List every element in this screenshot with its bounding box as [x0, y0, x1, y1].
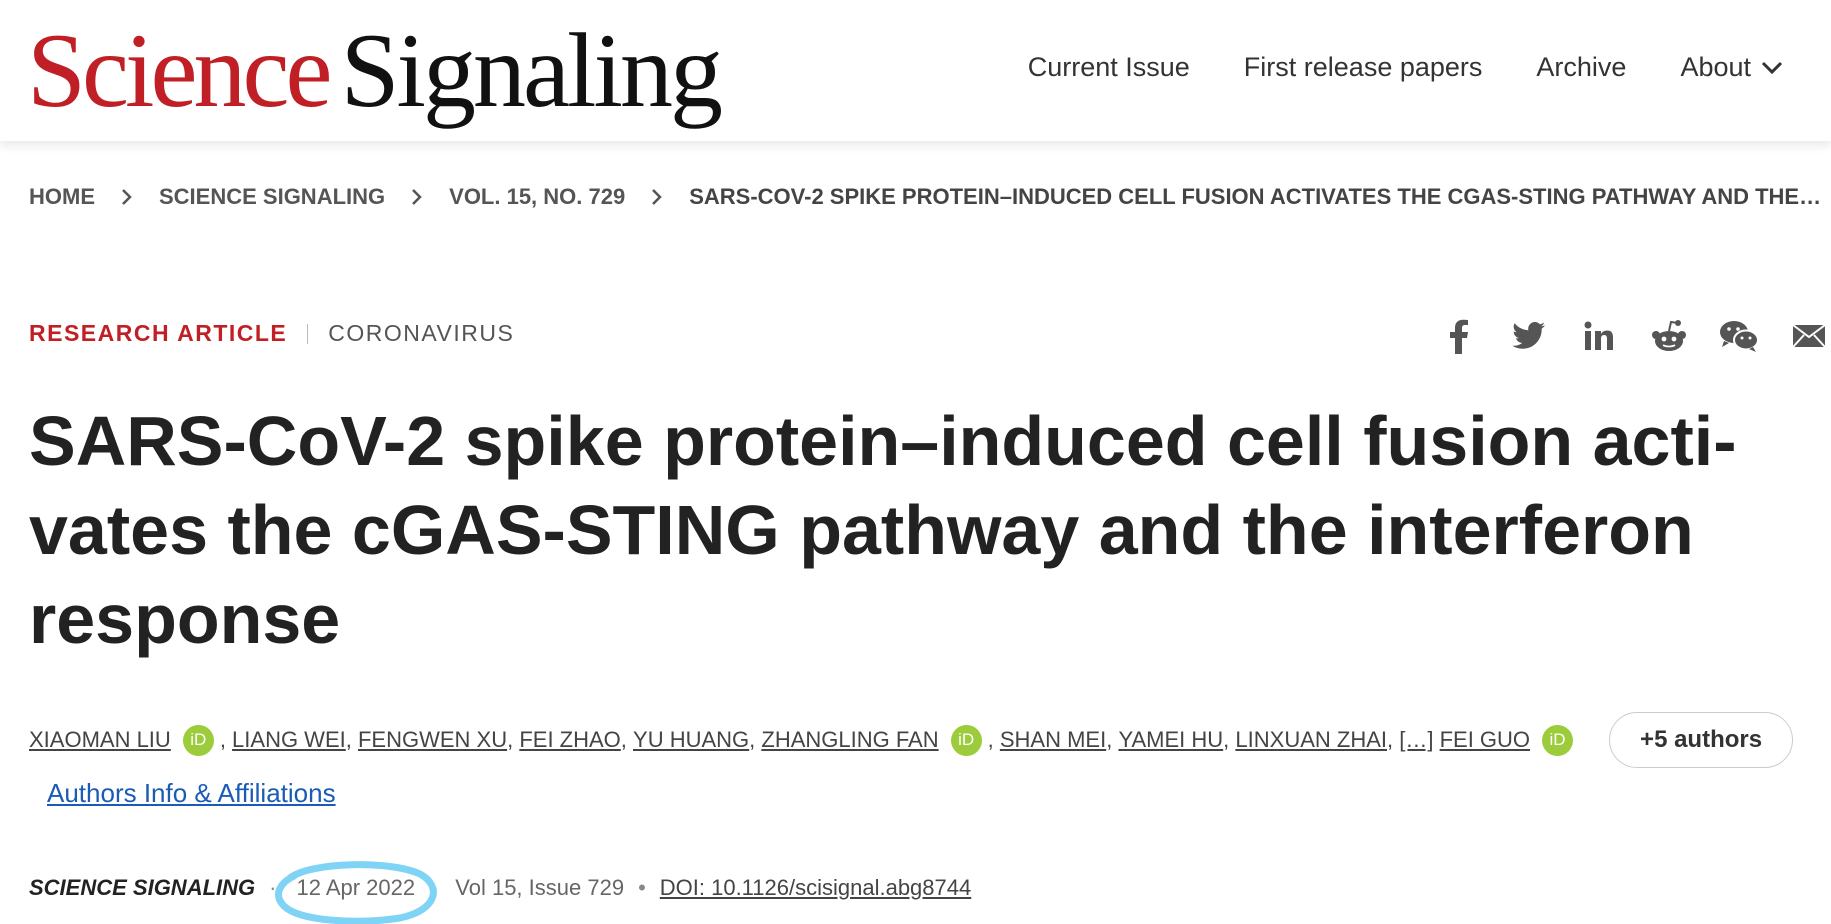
author-link[interactable]: FEI ZHAO — [519, 727, 620, 753]
chevron-right-icon — [121, 188, 133, 206]
publication-date-wrap: 12 Apr 2022 — [275, 861, 438, 924]
breadcrumb: HOME SCIENCE SIGNALING VOL. 15, NO. 729 … — [29, 184, 1821, 210]
twitter-icon[interactable] — [1507, 314, 1551, 358]
publication-meta: SCIENCE SIGNALING · 12 Apr 2022 Vol 15, … — [29, 861, 971, 924]
author-link[interactable]: ZHANGLING FAN — [761, 727, 938, 753]
meta-separator: • — [638, 875, 646, 900]
author-link[interactable]: XIAOMAN LIU — [29, 727, 171, 753]
author-list: XIAOMAN LIU iD , LIANG WEI, FENGWEN XU, … — [29, 712, 1794, 768]
wechat-icon[interactable] — [1717, 314, 1761, 358]
title-line-1: SARS-CoV-2 spike protein–induced cell fu… — [29, 402, 1737, 480]
chevron-down-icon — [1761, 61, 1783, 74]
top-nav: Current Issue First release papers Archi… — [974, 52, 1783, 83]
orcid-icon[interactable]: iD — [950, 724, 982, 756]
author-link[interactable]: SHAN MEI — [1000, 727, 1106, 753]
highlight-circle — [275, 861, 438, 924]
breadcrumb-current: SARS-COV-2 SPIKE PROTEIN–INDUCED CELL FU… — [689, 184, 1822, 209]
chevron-right-icon — [651, 188, 663, 206]
volume-issue: Vol 15, Issue 729 — [455, 875, 625, 900]
orcid-icon[interactable]: iD — [182, 724, 214, 756]
doi-link[interactable]: DOI: 10.1126/scisignal.abg8744 — [660, 875, 971, 901]
logo-signaling: Signaling — [340, 12, 723, 129]
reddit-icon[interactable] — [1647, 314, 1691, 358]
author-link[interactable]: YU HUANG — [633, 727, 749, 753]
breadcrumb-issue[interactable]: VOL. 15, NO. 729 — [449, 184, 625, 210]
facebook-icon[interactable] — [1437, 314, 1481, 358]
linkedin-icon[interactable] — [1577, 314, 1621, 358]
author-link[interactable]: YAMEI HU — [1118, 727, 1223, 753]
logo-science: Science — [27, 12, 333, 129]
journal-name: SCIENCE SIGNALING — [29, 875, 256, 900]
nav-about-label: About — [1680, 52, 1751, 82]
site-logo[interactable]: Science Signaling — [27, 12, 723, 129]
site-header: Science Signaling Current Issue First re… — [0, 0, 1831, 141]
share-bar — [1411, 314, 1831, 358]
title-line-3: response — [29, 580, 341, 658]
nav-first-release[interactable]: First release papers — [1244, 52, 1483, 83]
article-type-tag: RESEARCH ARTICLE — [29, 320, 288, 346]
topic-tag[interactable]: CORONAVIRUS — [328, 320, 514, 347]
author-link[interactable]: FEI GUO — [1440, 727, 1530, 753]
chevron-right-icon — [411, 188, 423, 206]
nav-about[interactable]: About — [1680, 52, 1783, 83]
title-line-2: vates the cGAS-STING pathway and the int… — [29, 491, 1694, 569]
orcid-icon[interactable]: iD — [1542, 724, 1574, 756]
author-link[interactable]: LIANG WEI — [232, 727, 346, 753]
breadcrumb-journal[interactable]: SCIENCE SIGNALING — [159, 184, 385, 210]
tag-divider — [307, 323, 309, 344]
more-authors-button[interactable]: +5 authors — [1609, 712, 1794, 768]
nav-archive[interactable]: Archive — [1536, 52, 1626, 83]
authors-ellipsis[interactable]: […] — [1399, 727, 1433, 753]
article-title: SARS-CoV-2 spike protein–induced cell fu… — [29, 397, 1789, 664]
authors-affiliations-link[interactable]: Authors Info & Affiliations — [47, 778, 336, 809]
author-link[interactable]: FENGWEN XU — [358, 727, 507, 753]
article-tags: RESEARCH ARTICLE CORONAVIRUS — [29, 320, 514, 347]
email-icon[interactable] — [1787, 314, 1831, 358]
breadcrumb-home[interactable]: HOME — [29, 184, 95, 210]
nav-current-issue[interactable]: Current Issue — [1028, 52, 1190, 83]
author-link[interactable]: LINXUAN ZHAI — [1235, 727, 1387, 753]
